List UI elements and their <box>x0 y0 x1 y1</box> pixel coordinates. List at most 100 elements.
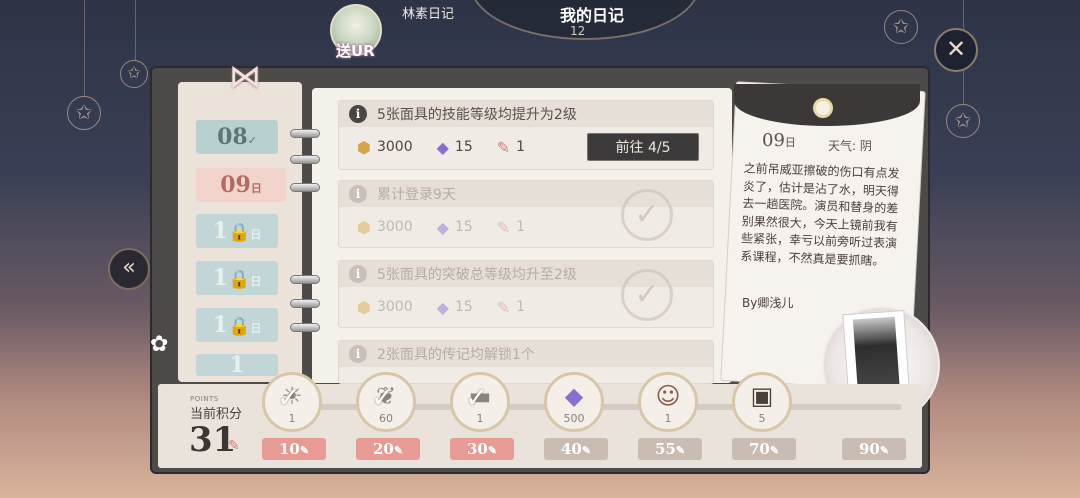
date-tab-locked[interactable]: 1🔒日 <box>196 308 278 342</box>
milestone-cost: 70✎ <box>732 438 796 460</box>
milestone-cost-value: 90 <box>858 440 880 458</box>
lock-icon: 🔒 <box>227 222 251 243</box>
binder-ring <box>290 183 320 192</box>
note-day: 09 <box>762 130 785 151</box>
crystal-icon: ◆ <box>436 217 449 237</box>
pen-icon: ✎ <box>487 444 498 457</box>
milestone-reward[interactable]: ☀ 1 <box>262 372 322 432</box>
binder-ring <box>290 299 320 308</box>
coin-icon: ⬢ <box>357 217 371 237</box>
date-tab-08[interactable]: 08✓ <box>196 120 278 154</box>
reward-pen-amount: 1 <box>516 139 526 155</box>
binder-ring <box>290 275 320 284</box>
note-weather: 天气: 阴 <box>828 139 872 153</box>
milestone-cost-value: 10 <box>278 440 300 458</box>
ribbon-bow-icon: ⋈ <box>229 57 261 95</box>
date-tab-suffix: 日 <box>250 182 262 195</box>
task-title: 2张面具的传记均解锁1个 <box>377 347 535 363</box>
date-tab-locked[interactable]: 1🔒日 <box>196 261 278 295</box>
double-chevron-left-icon: « <box>122 255 136 280</box>
task-header: i 2张面具的传记均解锁1个 <box>339 341 713 367</box>
reward-item-icon: ▬ <box>468 382 492 410</box>
close-button[interactable]: ✕ <box>934 28 978 72</box>
milestone-count: 60 <box>379 412 393 425</box>
prev-page-button[interactable]: « <box>108 248 150 290</box>
avatar-label: 送UR <box>336 42 375 60</box>
reward-gem-amount: 15 <box>454 219 473 235</box>
star-ornament-icon: ✩ <box>120 60 148 88</box>
milestone-reward[interactable]: ▣ 5 <box>732 372 792 432</box>
hanging-string <box>135 0 136 60</box>
date-tab-suffix: 日 <box>250 275 262 288</box>
milestone-cost: 40✎ <box>544 438 608 460</box>
date-tab-09[interactable]: 09日 <box>196 168 286 202</box>
hanging-string <box>84 0 85 96</box>
pen-icon: ✎ <box>675 444 686 457</box>
reward-coin-amount: 3000 <box>376 139 413 155</box>
binder-ring <box>290 155 320 164</box>
milestone-count: 500 <box>563 412 585 425</box>
binder-ring <box>290 129 320 138</box>
task-card: i 5张面具的突破总等级均升至2级 ⬢ 3000 ◆ 15 ✎ 1 ✓ <box>338 260 714 328</box>
reward-coin-amount: 3000 <box>376 219 413 235</box>
points-caption: POINTS <box>190 395 219 403</box>
star-ornament-icon: ✩ <box>946 104 980 138</box>
info-icon[interactable]: i <box>349 265 367 283</box>
pen-icon: ✎ <box>879 444 890 457</box>
task-title: 累计登录9天 <box>377 187 456 203</box>
date-tab-day: 08 <box>217 124 248 150</box>
reward-pen-amount: 1 <box>516 219 526 235</box>
reward-gem-amount: 15 <box>454 299 473 315</box>
star-ornament-icon: ✩ <box>67 96 101 130</box>
date-tab-day: 1 <box>212 312 228 338</box>
tab-linsu-diary[interactable]: 林素日记 <box>402 3 454 22</box>
close-icon: ✕ <box>945 35 967 63</box>
milestone-reward[interactable]: ◆ 500 <box>544 372 604 432</box>
milestone-count: 1 <box>288 412 296 425</box>
star-ornament-icon: ✩ <box>884 10 918 44</box>
date-tab-suffix: 日 <box>250 228 262 241</box>
note-body: 之前吊威亚擦破的伤口有点发炎了，估计是沾了水，明天得去一趟医院。演员和替身的差别… <box>740 161 900 268</box>
info-icon[interactable]: i <box>349 345 367 363</box>
date-tab-day: 1 <box>212 265 228 291</box>
milestone-count: 5 <box>758 412 766 425</box>
flower-icon: ✿ <box>150 332 169 357</box>
coin-icon: ⬢ <box>357 297 371 317</box>
binder-ring <box>290 323 320 332</box>
date-tab-suffix: 日 <box>250 322 262 335</box>
task-title: 5张面具的技能等级均提升为2级 <box>377 107 577 123</box>
note-date: 09日 <box>762 130 796 151</box>
reward-coin-amount: 3000 <box>376 299 413 315</box>
checkmark-stamp-icon: ✓ <box>621 269 673 321</box>
reward-item-icon: ☀ <box>281 382 303 410</box>
milestone-reward[interactable]: ▬ 1 <box>450 372 510 432</box>
clock-number: 12 <box>570 24 586 38</box>
goto-button[interactable]: 前往 4/5 <box>587 133 699 161</box>
page-title: 我的日记 <box>560 6 625 25</box>
milestone-reward[interactable]: ☺ 1 <box>638 372 698 432</box>
date-tab-day: 1 <box>229 354 245 376</box>
date-tab-locked[interactable]: 1 <box>196 354 278 376</box>
milestone-reward[interactable]: ❦ 60 <box>356 372 416 432</box>
pen-icon: ✎ <box>228 438 240 454</box>
note-signature: By卿浅儿 <box>742 296 794 310</box>
lock-icon: 🔒 <box>227 269 251 290</box>
milestone-cost: 55✎ <box>638 438 702 460</box>
info-icon[interactable]: i <box>349 105 367 123</box>
milestone-cost-value: 40 <box>560 440 582 458</box>
coin-icon: ⬢ <box>357 137 371 157</box>
reward-item-icon: ❦ <box>375 382 397 410</box>
reward-pen-amount: 1 <box>516 299 526 315</box>
date-tab-day: 1 <box>212 218 228 244</box>
milestone-cost: 90✎ <box>842 438 906 460</box>
crystal-icon: ◆ <box>564 382 584 410</box>
task-header: i 5张面具的技能等级均提升为2级 <box>339 101 713 127</box>
milestone-cost: 30✎ <box>450 438 514 460</box>
date-tab-locked[interactable]: 1🔒日 <box>196 214 278 248</box>
milestone-cost-value: 20 <box>372 440 394 458</box>
info-icon[interactable]: i <box>349 185 367 203</box>
milestone-count: 1 <box>476 412 484 425</box>
task-card: i 5张面具的技能等级均提升为2级 ⬢ 3000 ◆ 15 ✎ 1 前往 4/5 <box>338 100 714 170</box>
reward-gem-amount: 15 <box>454 139 473 155</box>
milestone-cost: 10✎ <box>262 438 326 460</box>
